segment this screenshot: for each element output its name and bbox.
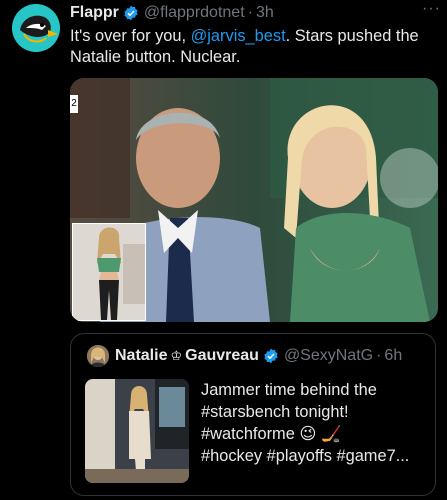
tweet-text: It's over for you, @jarvis_best. Stars p… [70, 26, 440, 68]
tweet-image[interactable]: 2 [70, 78, 438, 322]
verified-badge-icon [123, 5, 139, 21]
quoted-author-first: Natalie [115, 347, 168, 364]
quoted-text-line2: #starsbench tonight! [201, 403, 349, 421]
quoted-text-line3: #watchforme 😉 🏒 [201, 425, 342, 443]
timestamp[interactable]: 3h [256, 4, 274, 22]
flappr-avatar-icon [12, 4, 60, 52]
quoted-text-line4: #hockey #playoffs #game7... [201, 447, 410, 465]
quoted-timestamp[interactable]: 6h [384, 347, 402, 365]
quoted-tweet-header: Natalie ♔ Gauvreau @SexyNatG · 6h [87, 345, 402, 367]
quoted-tweet[interactable]: Natalie ♔ Gauvreau @SexyNatG · 6h Jammer t… [70, 333, 436, 496]
tweet-text-part1: It's over for you, [70, 27, 191, 45]
quoted-tweet-image[interactable] [85, 379, 189, 483]
author-handle[interactable]: @flapprdotnet [144, 4, 245, 22]
quoted-author-last: Gauvreau [185, 347, 259, 364]
author-avatar[interactable] [12, 4, 60, 52]
media-corner-tag: 2 [70, 95, 78, 113]
quoted-tweet-text: Jammer time behind the #starsbench tonig… [201, 379, 427, 467]
tweet-header: Flappr @flapprdotnet · 3h [70, 2, 437, 24]
quoted-text-line1: Jammer time behind the [201, 381, 377, 399]
quoted-author-name[interactable]: Natalie ♔ Gauvreau [115, 347, 259, 365]
mention-link[interactable]: @jarvis_best [191, 27, 286, 45]
quoted-author-handle[interactable]: @SexyNatG [284, 347, 373, 365]
inset-photo [72, 223, 146, 321]
more-icon[interactable]: ··· [422, 0, 441, 18]
quoted-author-avatar[interactable] [87, 345, 109, 367]
crown-icon: ♔ [170, 348, 183, 363]
verified-badge-icon [263, 348, 279, 364]
separator: · [376, 347, 382, 364]
separator: · [247, 4, 253, 21]
author-name[interactable]: Flappr [70, 4, 119, 22]
